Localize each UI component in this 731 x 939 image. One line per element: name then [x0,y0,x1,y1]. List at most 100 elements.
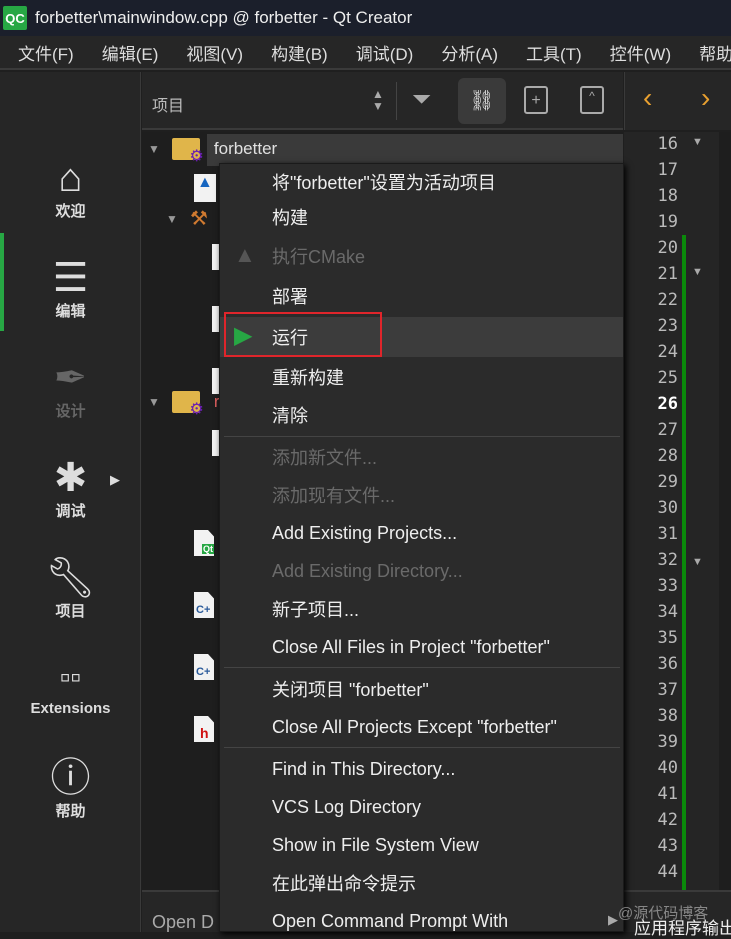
menu-item-label: Add Existing Directory... [272,561,463,582]
context-menu-item[interactable]: 将"forbetter"设置为活动项目 [220,164,623,200]
menu-item-label: 构建 [272,204,308,230]
divider [396,82,397,120]
line-number: 22 [624,290,678,310]
mode-label: 欢迎 [55,203,85,220]
line-number: 16 [624,134,678,154]
mode-label: Extensions [30,700,110,717]
menu-item-label: 新子项目... [272,596,359,622]
context-menu-item[interactable]: Close All Files in Project "forbetter" [220,629,623,665]
cpp-file-icon[interactable]: C+ [194,654,214,680]
mode-label: 帮助 [55,803,85,820]
line-number: 21 [624,264,678,284]
context-menu: 将"forbetter"设置为活动项目构建执行CMake▲部署运行▶重新构建清除… [219,163,624,932]
line-number: 26 [624,394,678,414]
view-selector[interactable]: 项目 [152,92,184,116]
context-menu-item[interactable]: 构建 [220,199,623,235]
context-menu-item: Add Existing Directory... [220,553,623,589]
mode-edit[interactable]: ☰编辑 [0,256,141,321]
menu-bar: 文件(F) 编辑(E) 视图(V) 构建(B) 调试(D) 分析(A) 工具(T… [0,36,731,70]
mode-projects[interactable]: 🔧︎项目 [0,556,141,621]
line-number: 34 [624,602,678,622]
mode-label: 设计 [55,403,85,420]
context-menu-item[interactable]: VCS Log Directory [220,789,623,825]
cmake-file-icon[interactable]: ▲ [194,174,216,202]
context-menu-item[interactable]: Find in This Directory... [220,751,623,787]
collapse-icon[interactable]: ^ [580,86,604,114]
menu-item-label: 部署 [272,283,308,309]
tree-row-root[interactable]: ▼ ⚙ forbetter [148,134,277,164]
menu-analyze[interactable]: 分析(A) [441,40,498,65]
menu-item-label: VCS Log Directory [272,797,421,818]
context-menu-item: 添加现有文件... [220,477,623,513]
context-menu-item[interactable]: 部署 [220,278,623,314]
project-folder-icon: ⚙ [172,138,200,160]
project-toolbar: 项目 ▲▼ ⏷ ⛓ + ^ [142,72,623,130]
window-title: forbetter\mainwindow.cpp @ forbetter - Q… [35,8,412,28]
line-number: 42 [624,810,678,830]
menu-item-label: 清除 [272,402,308,428]
context-menu-item[interactable]: 清除 [220,397,623,433]
context-menu-item[interactable]: Show in File System View [220,827,623,863]
expand-arrow-icon[interactable]: ▼ [148,142,160,156]
link-icon[interactable]: ⛓ [458,78,506,124]
mode-design[interactable]: ✒设计 [0,356,141,421]
split-add-icon[interactable]: + [524,86,548,114]
menu-item-label: Open Command Prompt With [272,911,508,932]
menu-item-label: Add Existing Projects... [272,523,457,544]
expand-arrow-icon[interactable]: ▶ [110,472,120,488]
line-number: 40 [624,758,678,778]
context-menu-item[interactable]: 在此弹出命令提示 [220,865,623,901]
menu-view[interactable]: 视图(V) [186,40,243,65]
menu-build[interactable]: 构建(B) [271,40,328,65]
forward-icon[interactable]: › [701,82,710,114]
fold-arrow-icon[interactable]: ▼ [692,136,703,148]
line-number: 28 [624,446,678,466]
active-mode-indicator [0,233,4,331]
context-menu-item[interactable]: 新子项目... [220,591,623,627]
menu-debug[interactable]: 调试(D) [356,40,414,65]
mode-welcome[interactable]: ⌂欢迎 [0,156,141,221]
context-menu-item[interactable]: Close All Projects Except "forbetter" [220,709,623,745]
context-menu-item[interactable]: 关闭项目 "forbetter" [220,671,623,707]
filter-icon[interactable]: ⏷ [412,86,431,114]
context-menu-item[interactable]: Add Existing Projects... [220,515,623,551]
mode-debug[interactable]: ✱调试▶ [0,456,141,521]
mode-extensions[interactable]: ▫▫Extensions [0,656,141,717]
menu-item-label: Find in This Directory... [272,759,455,780]
menu-file[interactable]: 文件(F) [18,40,74,65]
menu-widgets[interactable]: 控件(W) [610,40,671,65]
context-menu-item[interactable]: Open Command Prompt With [220,903,623,939]
menu-item-label: Close All Projects Except "forbetter" [272,717,557,738]
line-number: 25 [624,368,678,388]
back-icon[interactable]: ‹ [643,82,652,114]
menu-tools[interactable]: 工具(T) [526,40,582,65]
menu-edit[interactable]: 编辑(E) [102,40,159,65]
expand-arrow-icon[interactable]: ▼ [148,395,160,409]
line-number: 33 [624,576,678,596]
line-number: 32 [624,550,678,570]
context-menu-item[interactable]: 重新构建 [220,359,623,395]
mode-sidebar: ⌂欢迎 ☰编辑 ✒设计 ✱调试▶ 🔧︎项目 ▫▫Extensions ⓘ帮助 [0,72,141,932]
sort-updown-icon[interactable]: ▲▼ [372,88,384,112]
expand-arrow-icon[interactable]: ▼ [166,212,178,226]
submenu-arrow-icon: ▶ [608,912,618,928]
qt-ui-file-icon[interactable]: Qt [194,530,214,556]
mode-help[interactable]: ⓘ帮助 [0,756,141,821]
line-number: 27 [624,420,678,440]
fold-arrow-icon[interactable]: ▼ [692,556,703,568]
tree-row-subproject[interactable]: ▼ ⚙ r [148,387,220,417]
fold-arrow-icon[interactable]: ▼ [692,266,703,278]
code-area[interactable] [719,132,731,890]
edit-icon: ☰ [0,256,141,300]
mode-label: 项目 [55,603,85,620]
menu-item-label: 关闭项目 "forbetter" [272,676,429,702]
run-highlight-box [224,312,382,357]
project-folder-icon: ⚙ [172,391,200,413]
mode-label: 调试 [55,503,85,520]
line-number: 37 [624,680,678,700]
menu-item-label: Close All Files in Project "forbetter" [272,637,550,658]
menu-help[interactable]: 帮助 [699,40,731,65]
open-documents-label[interactable]: Open D [152,912,214,933]
cpp-file-icon[interactable]: C+ [194,592,214,618]
header-file-icon[interactable]: h [194,716,214,742]
